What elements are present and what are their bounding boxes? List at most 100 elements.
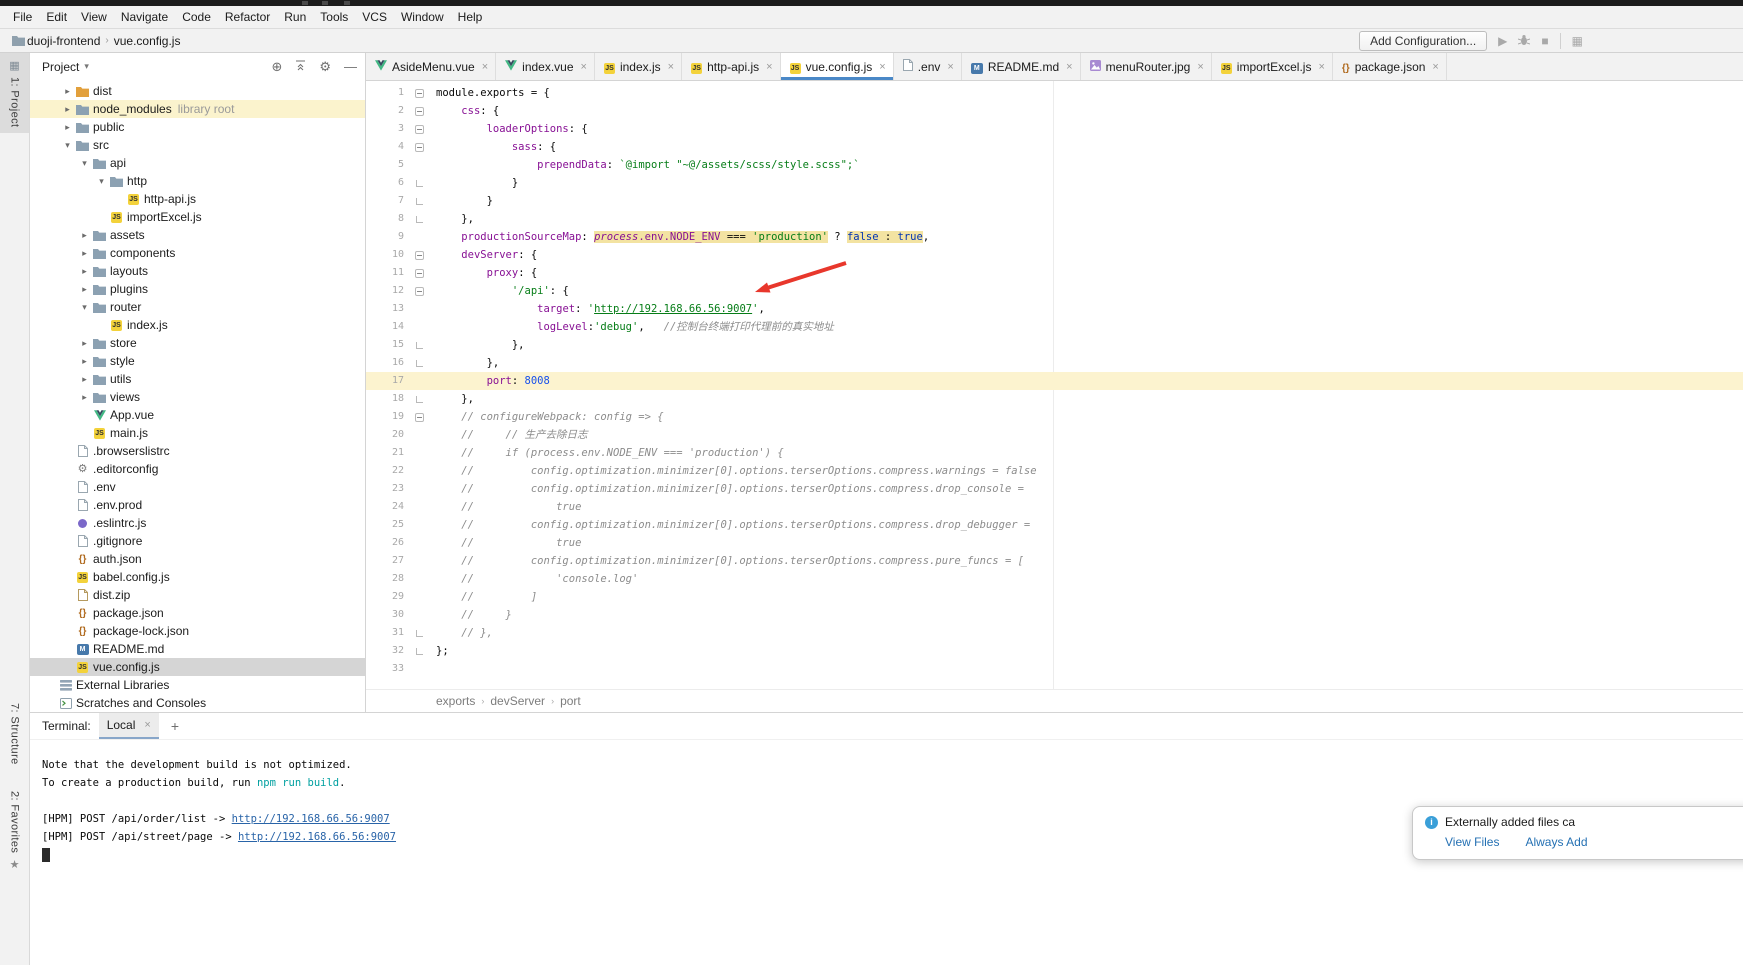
menu-refactor[interactable]: Refactor xyxy=(218,6,277,28)
close-icon[interactable]: × xyxy=(668,61,674,73)
url-link[interactable]: http://192.168.66.56:9007 xyxy=(594,303,752,315)
editor-tab-package-json[interactable]: {}package.json× xyxy=(1333,53,1447,80)
tool-window-button-favorites[interactable]: 2: Favorites ★ xyxy=(0,785,29,877)
close-icon[interactable]: × xyxy=(1318,61,1324,73)
code-line-23[interactable]: 23 // config.optimization.minimizer[0].o… xyxy=(366,480,1743,498)
chevron-right-icon[interactable]: ▸ xyxy=(78,266,91,277)
code-line-10[interactable]: 10 devServer: { xyxy=(366,246,1743,264)
close-icon[interactable]: × xyxy=(144,719,150,731)
debug-icon[interactable] xyxy=(1518,34,1530,48)
tree-item-layouts[interactable]: ▸layouts xyxy=(30,262,365,280)
fold-marker-icon[interactable] xyxy=(410,624,428,642)
fold-marker-icon[interactable] xyxy=(410,192,428,210)
code-line-7[interactable]: 7 } xyxy=(366,192,1743,210)
tree-item-router[interactable]: ▾router xyxy=(30,298,365,316)
code-line-32[interactable]: 32}; xyxy=(366,642,1743,660)
code-text[interactable]: loaderOptions: { xyxy=(428,120,588,138)
code-text[interactable]: }, xyxy=(428,354,499,372)
code-text[interactable]: // config.optimization.minimizer[0].opti… xyxy=(428,552,1024,570)
terminal-tab-local[interactable]: Local × xyxy=(99,713,159,739)
tree-item-dist-zip[interactable]: dist.zip xyxy=(30,586,365,604)
code-text[interactable]: }; xyxy=(428,642,449,660)
code-text[interactable]: devServer: { xyxy=(428,246,537,264)
code-text[interactable]: }, xyxy=(428,210,474,228)
code-line-14[interactable]: 14 logLevel:'debug', //控制台终端打印代理前的真实地址 xyxy=(366,318,1743,336)
code-text[interactable]: }, xyxy=(428,336,525,354)
code-text[interactable]: } xyxy=(428,192,493,210)
tree-item-src[interactable]: ▾src xyxy=(30,136,365,154)
fold-marker-icon[interactable] xyxy=(410,642,428,660)
close-icon[interactable]: × xyxy=(1432,61,1438,73)
collapse-all-icon[interactable] xyxy=(295,59,306,74)
view-files-link[interactable]: View Files xyxy=(1445,835,1499,849)
code-line-25[interactable]: 25 // config.optimization.minimizer[0].o… xyxy=(366,516,1743,534)
code-text[interactable]: productionSourceMap: process.env.NODE_EN… xyxy=(428,228,929,246)
url-link[interactable]: http://192.168.66.56:9007 xyxy=(238,831,396,843)
fold-marker-icon[interactable] xyxy=(410,84,428,102)
breadcrumb-project[interactable]: duoji-frontend xyxy=(27,34,100,48)
close-icon[interactable]: × xyxy=(879,61,885,73)
add-configuration-button[interactable]: Add Configuration... xyxy=(1359,31,1487,51)
code-text[interactable]: // }, xyxy=(428,624,493,642)
chevron-right-icon[interactable]: ▸ xyxy=(78,230,91,241)
tree-item-editorconfig[interactable]: ⚙.editorconfig xyxy=(30,460,365,478)
tree-item-scratches-and-consoles[interactable]: Scratches and Consoles xyxy=(30,694,365,712)
close-icon[interactable]: × xyxy=(1197,61,1203,73)
code-line-9[interactable]: 9 productionSourceMap: process.env.NODE_… xyxy=(366,228,1743,246)
chevron-right-icon[interactable]: ▸ xyxy=(61,86,74,97)
code-text[interactable]: // config.optimization.minimizer[0].opti… xyxy=(428,462,1037,480)
code-text[interactable]: // true xyxy=(428,534,581,552)
chevron-down-icon[interactable]: ▾ xyxy=(78,158,91,169)
code-text[interactable]: // configureWebpack: config => { xyxy=(428,408,664,426)
code-text[interactable]: // config.optimization.minimizer[0].opti… xyxy=(428,480,1024,498)
tree-item-eslintrc-js[interactable]: .eslintrc.js xyxy=(30,514,365,532)
code-line-20[interactable]: 20 // // 生产去除日志 xyxy=(366,426,1743,444)
tree-item-api[interactable]: ▾api xyxy=(30,154,365,172)
fold-marker-icon[interactable] xyxy=(410,336,428,354)
tree-item-public[interactable]: ▸public xyxy=(30,118,365,136)
code-line-11[interactable]: 11 proxy: { xyxy=(366,264,1743,282)
editor-tab-importexcel-js[interactable]: JSimportExcel.js× xyxy=(1212,53,1333,80)
code-line-2[interactable]: 2 css: { xyxy=(366,102,1743,120)
tree-item-style[interactable]: ▸style xyxy=(30,352,365,370)
code-line-16[interactable]: 16 }, xyxy=(366,354,1743,372)
code-line-26[interactable]: 26 // true xyxy=(366,534,1743,552)
code-line-5[interactable]: 5 prependData: `@import "~@/assets/scss/… xyxy=(366,156,1743,174)
tree-item-package-json[interactable]: {}package.json xyxy=(30,604,365,622)
tree-item-env-prod[interactable]: .env.prod xyxy=(30,496,365,514)
code-line-24[interactable]: 24 // true xyxy=(366,498,1743,516)
editor-breadcrumb-exports[interactable]: exports xyxy=(436,694,475,708)
editor-tab-asidemenu-vue[interactable]: AsideMenu.vue× xyxy=(366,53,496,80)
tree-item-components[interactable]: ▸components xyxy=(30,244,365,262)
code-line-28[interactable]: 28 // 'console.log' xyxy=(366,570,1743,588)
code-line-8[interactable]: 8 }, xyxy=(366,210,1743,228)
code-text[interactable]: target: 'http://192.168.66.56:9007', xyxy=(428,300,765,318)
fold-marker-icon[interactable] xyxy=(410,102,428,120)
fold-marker-icon[interactable] xyxy=(410,246,428,264)
chevron-right-icon[interactable]: ▸ xyxy=(78,356,91,367)
code-text[interactable]: sass: { xyxy=(428,138,556,156)
tree-item-gitignore[interactable]: .gitignore xyxy=(30,532,365,550)
menu-navigate[interactable]: Navigate xyxy=(114,6,175,28)
tree-item-env[interactable]: .env xyxy=(30,478,365,496)
tree-item-app-vue[interactable]: App.vue xyxy=(30,406,365,424)
code-text[interactable]: module.exports = { xyxy=(428,84,550,102)
code-line-22[interactable]: 22 // config.optimization.minimizer[0].o… xyxy=(366,462,1743,480)
menu-edit[interactable]: Edit xyxy=(39,6,74,28)
tree-item-main-js[interactable]: JSmain.js xyxy=(30,424,365,442)
stop-icon[interactable]: ■ xyxy=(1541,35,1548,47)
code-line-6[interactable]: 6 } xyxy=(366,174,1743,192)
code-text[interactable]: // 'console.log' xyxy=(428,570,638,588)
code-text[interactable]: '/api': { xyxy=(428,282,569,300)
menu-vcs[interactable]: VCS xyxy=(355,6,394,28)
new-terminal-button[interactable]: + xyxy=(167,718,183,734)
menu-help[interactable]: Help xyxy=(451,6,490,28)
menu-file[interactable]: File xyxy=(6,6,39,28)
code-text[interactable]: }, xyxy=(428,390,474,408)
code-line-4[interactable]: 4 sass: { xyxy=(366,138,1743,156)
editor-breadcrumb-port[interactable]: port xyxy=(560,694,581,708)
editor-tab-index-js[interactable]: JSindex.js× xyxy=(595,53,682,80)
editor-tab-env[interactable]: .env× xyxy=(894,53,962,80)
code-text[interactable]: // true xyxy=(428,498,581,516)
code-text[interactable]: // ] xyxy=(428,588,537,606)
